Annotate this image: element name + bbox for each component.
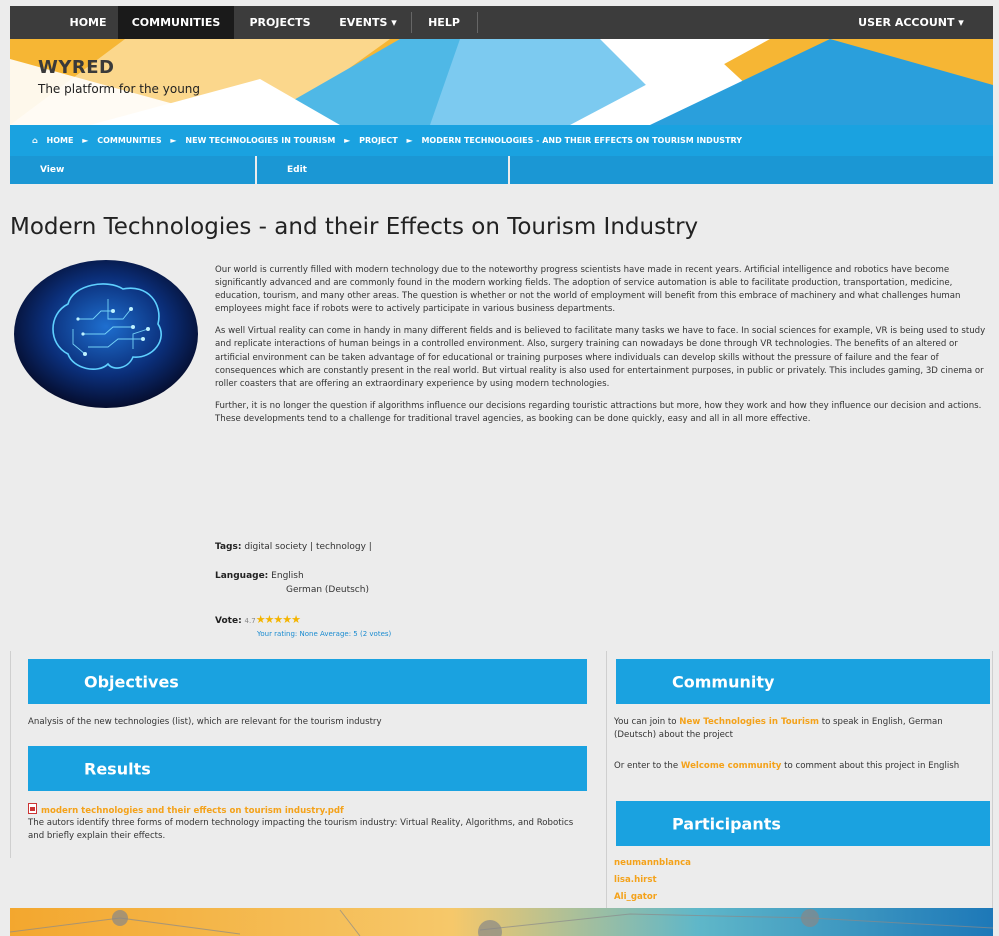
project-panels: Objectives Analysis of the new technolog… — [10, 651, 993, 908]
language-english: English — [271, 571, 304, 581]
community-heading: Community — [616, 659, 990, 704]
description-paragraph: Our world is currently filled with moder… — [215, 265, 961, 315]
divider — [606, 651, 607, 908]
tags-list[interactable]: digital society | technology | — [244, 542, 372, 552]
star-rating-icon[interactable]: ★★★★★ — [256, 613, 301, 626]
footer-graphic — [10, 908, 993, 936]
page-tabs: View Edit — [10, 156, 993, 184]
nav-events[interactable]: EVENTS ▾ — [330, 6, 406, 39]
footer-banner — [10, 908, 993, 936]
nav-home[interactable]: HOME — [62, 6, 114, 39]
objectives-text: Analysis of the new technologies (list),… — [28, 717, 382, 727]
results-file[interactable]: modern technologies and their effects on… — [28, 803, 588, 818]
participant-link[interactable]: Ali_gator — [614, 892, 657, 902]
tags-label: Tags: — [215, 542, 242, 552]
divider — [10, 651, 11, 858]
breadcrumb-separator-icon: ► — [406, 136, 413, 145]
vote-label: Vote: — [215, 616, 242, 626]
results-text: The autors identify three forms of moder… — [28, 818, 574, 841]
welcome-community-link[interactable]: Welcome community — [681, 761, 782, 771]
site-title[interactable]: WYRED — [38, 57, 115, 78]
breadcrumb-project[interactable]: PROJECT — [359, 136, 398, 145]
breadcrumb-community[interactable]: NEW TECHNOLOGIES IN TOURISM — [185, 136, 335, 145]
divider — [992, 651, 993, 908]
nav-user-account[interactable]: USER ACCOUNT ▾ — [846, 6, 976, 39]
pdf-file-icon — [28, 803, 37, 814]
nav-help[interactable]: HELP — [416, 6, 472, 39]
top-navigation: HOME COMMUNITIES PROJECTS EVENTS ▾ HELP … — [10, 6, 993, 39]
breadcrumb-current: MODERN TECHNOLOGIES - AND THEIR EFFECTS … — [421, 136, 743, 145]
breadcrumb: ⌂ HOME ► COMMUNITIES ► NEW TECHNOLOGIES … — [10, 125, 993, 156]
objectives-heading: Objectives — [28, 659, 587, 704]
participant-link[interactable]: lisa.hirst — [614, 875, 657, 885]
nav-divider — [411, 12, 412, 33]
nav-divider — [477, 12, 478, 33]
community-join-text: You can join to New Technologies in Tour… — [614, 717, 943, 740]
project-description: Our world is currently filled with moder… — [215, 264, 990, 435]
participants-heading: Participants — [616, 801, 990, 846]
page-title: Modern Technologies - and their Effects … — [10, 214, 699, 240]
language-row: Language: English German (Deutsch) — [215, 571, 369, 595]
breadcrumb-separator-icon: ► — [170, 136, 177, 145]
results-heading: Results — [28, 746, 587, 791]
language-label: Language: — [215, 571, 269, 581]
breadcrumb-communities[interactable]: COMMUNITIES — [97, 136, 161, 145]
participant-link[interactable]: neumannblanca — [614, 858, 691, 868]
tab-bar-filler — [510, 156, 993, 184]
tags-row: Tags: digital society | technology | — [215, 542, 372, 552]
description-paragraph: Further, it is no longer the question if… — [215, 400, 982, 424]
tab-edit[interactable]: Edit — [257, 156, 508, 184]
breadcrumb-separator-icon: ► — [82, 136, 89, 145]
nav-projects[interactable]: PROJECTS — [240, 6, 320, 39]
breadcrumb-separator-icon: ► — [344, 136, 351, 145]
site-subtitle: The platform for the young — [38, 82, 201, 96]
tab-view[interactable]: View — [10, 156, 255, 184]
language-german: German (Deutsch) — [286, 585, 369, 595]
vote-row: Vote: 4.7★★★★★ — [215, 613, 301, 626]
results-file-link[interactable]: modern technologies and their effects on… — [41, 806, 344, 816]
community-link[interactable]: New Technologies in Tourism — [679, 717, 819, 727]
site-banner: WYRED The platform for the young — [10, 39, 993, 125]
vote-score: 4.7 — [244, 617, 256, 625]
rating-summary: Your rating: None Average: 5 (2 votes) — [257, 630, 392, 638]
project-image — [14, 260, 198, 408]
home-icon[interactable]: ⌂ — [32, 136, 38, 145]
community-enter-text: Or enter to the Welcome community to com… — [614, 761, 960, 771]
breadcrumb-home[interactable]: HOME — [47, 136, 74, 145]
nav-communities[interactable]: COMMUNITIES — [118, 6, 234, 39]
description-paragraph: As well Virtual reality can come in hand… — [215, 326, 986, 389]
